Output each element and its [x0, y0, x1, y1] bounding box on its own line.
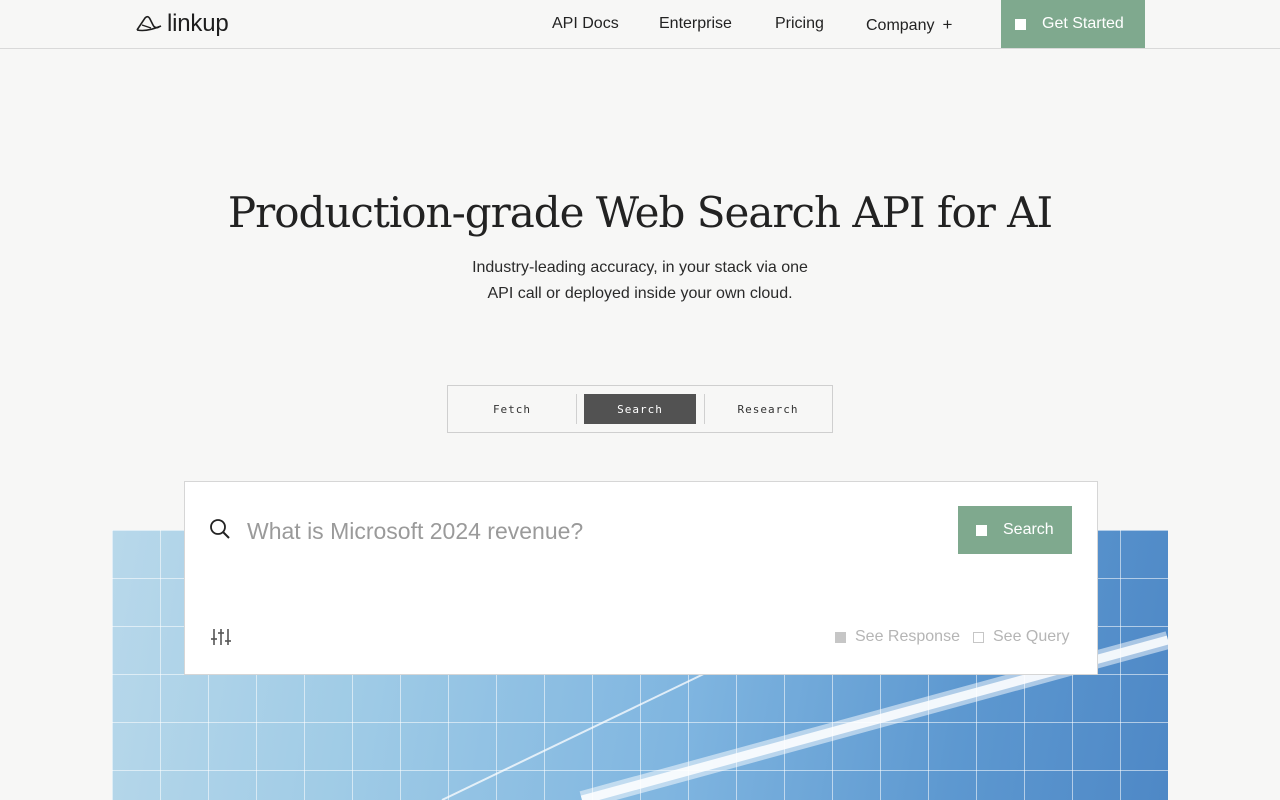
- hero-subtitle-line-1: Industry-leading accuracy, in your stack…: [472, 259, 808, 276]
- see-query-label: See Query: [993, 628, 1070, 645]
- search-icon: [210, 519, 230, 539]
- square-icon: [1015, 18, 1026, 30]
- tab-search[interactable]: Search: [584, 394, 696, 424]
- sliders-icon[interactable]: [211, 628, 231, 646]
- square-icon: [976, 524, 987, 536]
- top-nav-bar: linkup API Docs Enterprise Pricing Compa…: [0, 0, 1280, 49]
- search-card: Search See Response See Query: [184, 481, 1098, 675]
- get-started-label: Get Started: [1042, 15, 1124, 32]
- search-button[interactable]: Search: [958, 506, 1072, 554]
- tab-divider: [704, 394, 705, 424]
- tab-divider: [576, 394, 577, 424]
- see-query-checkbox[interactable]: [973, 631, 984, 643]
- see-response-checkbox[interactable]: [835, 631, 846, 643]
- tab-fetch[interactable]: Fetch: [456, 394, 568, 424]
- nav-pricing[interactable]: Pricing: [775, 15, 824, 33]
- nav-api-docs[interactable]: API Docs: [552, 15, 619, 33]
- get-started-button[interactable]: Get Started: [1001, 0, 1145, 48]
- mode-tabs: Fetch Search Research: [447, 385, 833, 433]
- see-response-option[interactable]: See Response: [835, 628, 960, 646]
- search-button-label: Search: [1003, 521, 1054, 538]
- hero-title: Production-grade Web Search API for AI: [227, 188, 1053, 237]
- logo-text: linkup: [167, 10, 229, 37]
- see-query-option[interactable]: See Query: [973, 628, 1069, 646]
- hero-subtitle: Industry-leading accuracy, in your stack…: [440, 255, 840, 307]
- search-input[interactable]: [245, 512, 929, 550]
- linkup-logo-icon: [136, 15, 162, 32]
- tab-research[interactable]: Research: [712, 394, 824, 424]
- nav-enterprise[interactable]: Enterprise: [659, 15, 732, 33]
- nav-company-label: Company: [866, 17, 935, 34]
- linkup-logo[interactable]: linkup: [135, 8, 229, 40]
- see-response-label: See Response: [855, 628, 960, 645]
- nav-company[interactable]: Company +: [866, 15, 952, 35]
- plus-icon: +: [942, 15, 953, 34]
- hero-subtitle-line-2: API call or deployed inside your own clo…: [487, 285, 793, 302]
